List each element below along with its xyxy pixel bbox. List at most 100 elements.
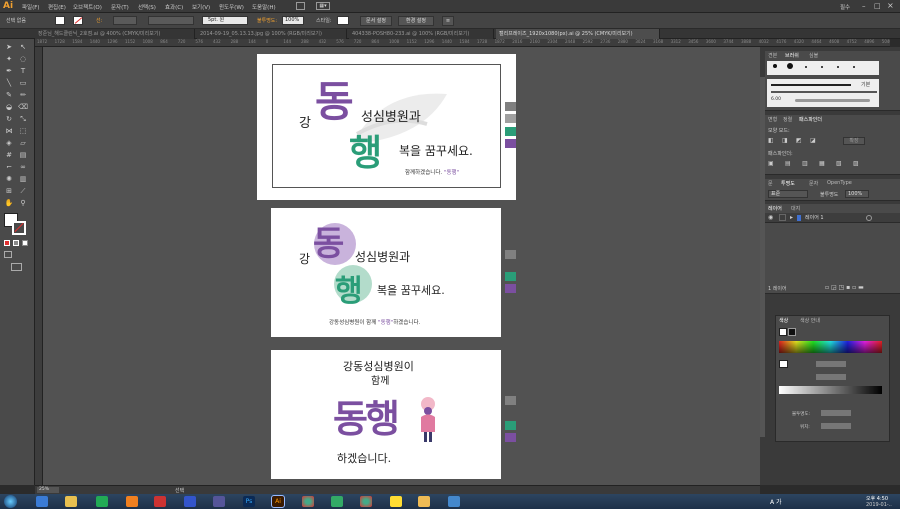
selection-tool-icon[interactable]: ➤ <box>3 43 15 52</box>
rotate-tool-icon[interactable]: ↻ <box>3 115 15 124</box>
shape-builder-icon[interactable]: ◈ <box>3 139 15 148</box>
doc-tab-1[interactable]: 장준님_해드클린닉_2호점.ai @ 400% (CMYK/미리보기) <box>35 29 195 39</box>
tab-pathfinder[interactable]: 패스파인더 <box>799 116 822 123</box>
app-icon-2[interactable] <box>154 496 166 507</box>
tab-transform[interactable]: 변형 <box>768 116 777 123</box>
stroke-color-box[interactable] <box>12 221 26 235</box>
app-icon-3[interactable] <box>184 496 196 507</box>
merge-icon[interactable]: ▥ <box>802 160 808 167</box>
brush-dot-2[interactable] <box>787 63 793 69</box>
brush-dot-4[interactable] <box>821 66 823 68</box>
width-tool-icon[interactable]: ⋈ <box>3 127 15 136</box>
pencil-icon[interactable]: ✏ <box>17 91 29 100</box>
mesh-tool-icon[interactable]: # <box>3 151 15 160</box>
brush-dots[interactable] <box>767 61 879 75</box>
pen-tool-icon[interactable]: ✒ <box>3 67 15 76</box>
swatch-gray-3[interactable] <box>505 250 516 259</box>
swatch-purple-3[interactable] <box>505 433 516 442</box>
brush-dot-5[interactable] <box>837 66 839 68</box>
doc-tab-2[interactable]: 2014-09-19_05.13.13.jpg @ 100% (RGB/미리보기… <box>197 29 347 39</box>
doc-tab-4[interactable]: 캘리프레이즈_1920x1080(px).ai @ 25% (CMYK/미리보기… <box>496 29 660 39</box>
menu-object[interactable]: 오브젝트(O) <box>73 3 102 11</box>
artboard-1[interactable]: 강 동 성심병원과 행 복을 꿈꾸세요. 함께하겠습니다. "동행" <box>257 54 516 200</box>
unite-icon[interactable]: ◧ <box>768 137 774 144</box>
brush-dot-1[interactable] <box>773 64 777 68</box>
trim-icon[interactable]: ▤ <box>785 160 791 167</box>
document-setup-button[interactable]: 문서 설정 <box>360 16 392 26</box>
eraser-icon[interactable]: ⌫ <box>17 103 29 112</box>
visibility-eye-icon[interactable]: ◉ <box>768 214 773 221</box>
gradient-mode-icon[interactable] <box>13 240 19 246</box>
rectangle-tool-icon[interactable]: ▭ <box>17 79 29 88</box>
free-transform-icon[interactable]: ⬚ <box>17 127 29 136</box>
none-mode-icon[interactable] <box>22 240 28 246</box>
swatch-green[interactable] <box>505 127 516 136</box>
lasso-icon[interactable]: ◌ <box>17 55 29 64</box>
menu-help[interactable]: 도움말(H) <box>252 3 276 11</box>
app-icon-4[interactable] <box>213 496 225 507</box>
blob-brush-icon[interactable]: ◒ <box>3 103 15 112</box>
app-icon-1[interactable] <box>126 496 138 507</box>
arrange-icon[interactable]: ▦▾ <box>316 2 330 10</box>
expand-layer-icon[interactable]: ▸ <box>790 214 793 221</box>
gradient-angle-field[interactable] <box>816 374 846 380</box>
perspective-grid-icon[interactable]: ▱ <box>17 139 29 148</box>
explorer-icon[interactable] <box>65 496 77 507</box>
transparency-opacity-field[interactable]: 100% <box>845 190 869 198</box>
preferences-button[interactable]: 환경 설정 <box>398 16 434 26</box>
tab-transparency[interactable]: 투명도 <box>781 180 795 187</box>
color-panel-fill[interactable] <box>779 328 787 336</box>
status-mode[interactable]: 선택 <box>175 487 184 494</box>
zoom-select[interactable]: 25% <box>37 487 59 493</box>
color-panel-stroke[interactable] <box>788 328 796 336</box>
menu-view[interactable]: 보기(V) <box>192 3 210 11</box>
chrome-icon[interactable] <box>302 496 314 507</box>
swatch-gray-4[interactable] <box>505 396 516 405</box>
graph-tool-icon[interactable]: ▥ <box>17 175 29 184</box>
slice-tool-icon[interactable]: ⟋ <box>17 187 29 196</box>
tab-color[interactable]: 색상 <box>779 317 788 324</box>
align-icon[interactable]: ≡ <box>442 16 454 26</box>
color-mode-icon[interactable] <box>4 240 10 246</box>
expand-button[interactable]: 확장 <box>843 137 865 145</box>
magic-wand-icon[interactable]: ✦ <box>3 55 15 64</box>
artboard-tool-icon[interactable]: ⊞ <box>3 187 15 196</box>
tab-opentype[interactable]: OpenType <box>827 180 852 186</box>
menu-file[interactable]: 파일(F) <box>22 3 40 11</box>
maximize-icon[interactable]: □ <box>874 2 881 10</box>
gradient-location-field[interactable] <box>821 423 851 429</box>
swatch-purple-2[interactable] <box>505 284 516 293</box>
swatch-gray-1[interactable] <box>505 102 516 111</box>
photoshop-icon[interactable]: Ps <box>243 496 255 507</box>
brush-stroke-line[interactable] <box>771 84 851 86</box>
brush-definition[interactable]: 5pt. 원 <box>202 16 248 25</box>
tab-align[interactable]: 정렬 <box>783 116 792 123</box>
blend-mode-select[interactable]: 표준 <box>768 190 808 198</box>
screen-mode-icon[interactable] <box>11 263 22 271</box>
chrome-icon-2[interactable] <box>360 496 372 507</box>
gradient-opacity-field[interactable] <box>821 410 851 416</box>
menu-window[interactable]: 윈도우(W) <box>219 3 244 11</box>
tab-layers[interactable]: 레이어 <box>768 205 782 212</box>
exclude-icon[interactable]: ◪ <box>810 137 816 144</box>
tab-color-guide[interactable]: 색상 안내 <box>800 317 820 324</box>
bridge-icon[interactable] <box>296 2 305 10</box>
line-tool-icon[interactable]: ╲ <box>3 79 15 88</box>
tab-symbols[interactable]: 심볼 <box>809 52 818 59</box>
app-icon-5[interactable] <box>331 496 343 507</box>
zoom-tool-icon[interactable]: ⚲ <box>17 199 29 208</box>
brush-dot-6[interactable] <box>853 66 855 68</box>
layer-actions-icons[interactable]: ▫ ◲ ◳ ▪ ▫ ▬ <box>825 284 864 291</box>
doc-tab-3[interactable]: 404338-POSH80-233.ai @ 100% (RGB/미리보기) <box>349 29 494 39</box>
lock-toggle[interactable] <box>779 214 786 221</box>
swatch-gray-2[interactable] <box>505 114 516 123</box>
menu-effect[interactable]: 효과(C) <box>165 3 183 11</box>
tab-character[interactable]: 문자 <box>809 180 818 187</box>
fill-swatch[interactable] <box>55 16 65 25</box>
minus-front-icon[interactable]: ◨ <box>782 137 788 144</box>
workspace-label[interactable]: 필수 <box>840 3 850 11</box>
minimize-icon[interactable]: – <box>862 2 866 10</box>
color-spectrum[interactable] <box>779 341 882 353</box>
clock-time[interactable]: 오후 4:50 <box>866 495 888 502</box>
stroke-swatch[interactable] <box>73 16 83 25</box>
